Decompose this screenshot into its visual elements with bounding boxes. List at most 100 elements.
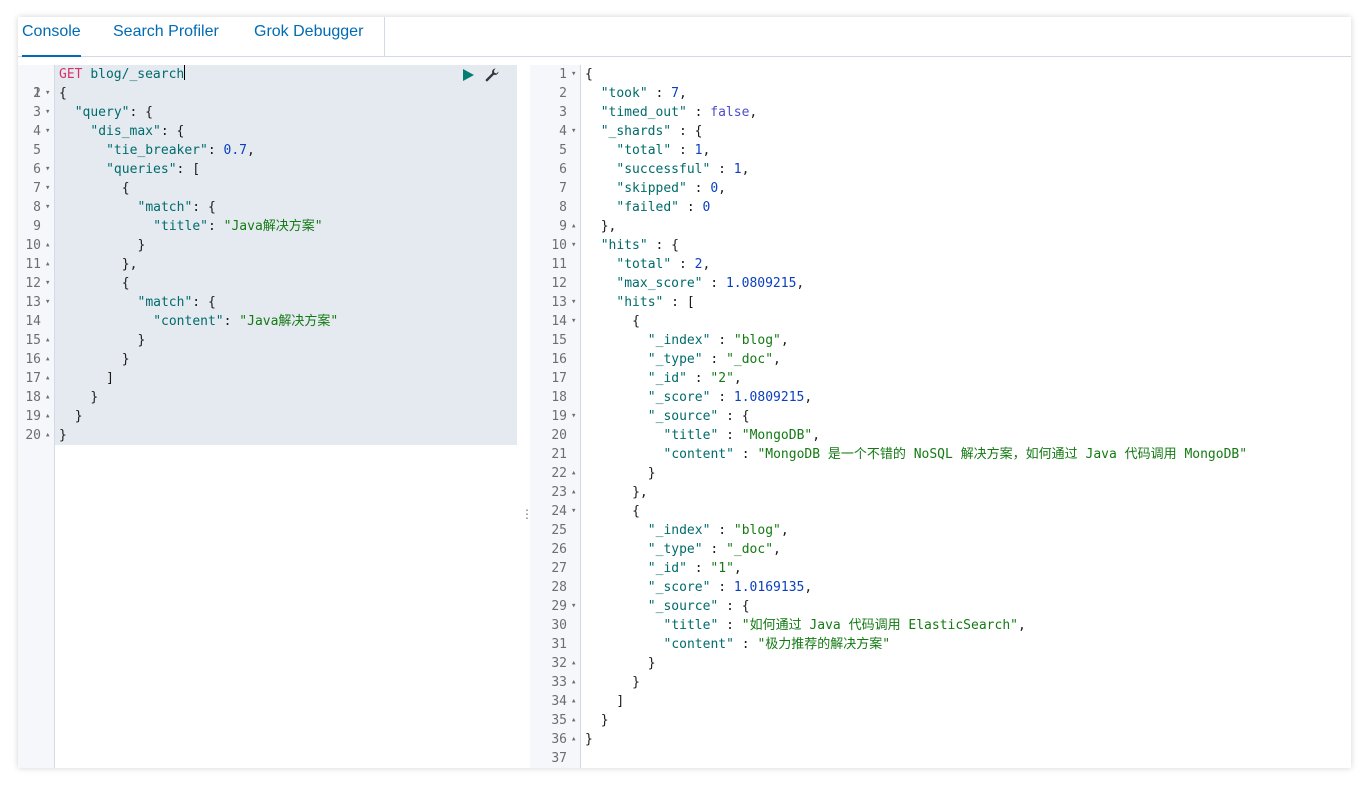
response-line[interactable]: 34 ▴] (530, 692, 1351, 711)
tab-grok-debugger[interactable]: Grok Debugger (254, 17, 363, 57)
response-line[interactable]: 27 "_id" : "1", (530, 559, 1351, 578)
request-line[interactable]: 20 ▴} (18, 426, 517, 445)
fold-close-icon[interactable]: ▴ (45, 388, 50, 407)
request-line[interactable]: 5 "tie_breaker": 0.7, (18, 141, 517, 160)
response-line[interactable]: 21 "content" : "MongoDB 是一个不错的 NoSQL 解决方案… (530, 445, 1351, 464)
request-line[interactable]: 17 ▴] (18, 369, 517, 388)
request-line[interactable]: 13 ▾ "match": { (18, 293, 517, 312)
response-line[interactable]: 5 "total" : 1, (530, 141, 1351, 160)
response-line[interactable]: 30 "title" : "如何通过 Java 代码调用 ElasticSearc… (530, 616, 1351, 635)
response-line[interactable]: 6 "successful" : 1, (530, 160, 1351, 179)
response-line[interactable]: 15 "_index" : "blog", (530, 331, 1351, 350)
response-line[interactable]: 10 ▾ "hits" : { (530, 236, 1351, 255)
request-line[interactable]: 11 ▴}, (18, 255, 517, 274)
json-key: "_source" (647, 599, 719, 614)
response-line[interactable]: 32 ▴} (530, 654, 1351, 673)
response-line[interactable]: 23 ▴}, (530, 483, 1351, 502)
fold-close-icon[interactable]: ▴ (571, 217, 576, 236)
request-line[interactable]: 15 ▴} (18, 331, 517, 350)
fold-open-icon[interactable]: ▾ (571, 597, 576, 616)
fold-open-icon[interactable]: ▾ (571, 65, 576, 84)
response-line[interactable]: 36 ▴} (530, 730, 1351, 749)
request-line[interactable]: 6 ▾ "queries": [ (18, 160, 517, 179)
response-line[interactable]: 8 "failed" : 0 (530, 198, 1351, 217)
fold-close-icon[interactable]: ▴ (45, 331, 50, 350)
fold-close-icon[interactable]: ▴ (45, 255, 50, 274)
pane-resize-handle[interactable]: ⋮ (521, 507, 533, 521)
fold-close-icon[interactable]: ▴ (571, 673, 576, 692)
response-line[interactable]: 18 "_score" : 1.0809215, (530, 388, 1351, 407)
fold-open-icon[interactable]: ▾ (571, 407, 576, 426)
response-line[interactable]: 16 "_type" : "_doc", (530, 350, 1351, 369)
response-line[interactable]: 24 ▾ { (530, 502, 1351, 521)
fold-close-icon[interactable]: ▴ (45, 369, 50, 388)
response-line[interactable]: 29 ▾ "_source" : { (530, 597, 1351, 616)
fold-open-icon[interactable]: ▾ (45, 122, 50, 141)
response-line[interactable]: 31 "content" : "极力推荐的解决方案" (530, 635, 1351, 654)
response-line[interactable]: 9 ▴}, (530, 217, 1351, 236)
fold-open-icon[interactable]: ▾ (45, 103, 50, 122)
response-line[interactable]: 14 ▾ { (530, 312, 1351, 331)
request-line[interactable]: 19 ▴} (18, 407, 517, 426)
fold-open-icon[interactable]: ▾ (571, 293, 576, 312)
fold-close-icon[interactable]: ▴ (45, 407, 50, 426)
request-line[interactable]: 2 ▾ { (18, 84, 517, 103)
fold-close-icon[interactable]: ▴ (45, 350, 50, 369)
fold-close-icon[interactable]: ▴ (571, 730, 576, 749)
request-line[interactable]: 4 ▾ "dis_max": { (18, 122, 517, 141)
fold-open-icon[interactable]: ▾ (45, 160, 50, 179)
request-editor[interactable]: 1 GET blog/_search 2 ▾ {3 ▾ "query": {4 ▾ "dis… (18, 65, 517, 768)
response-line[interactable]: 25 "_index" : "blog", (530, 521, 1351, 540)
response-line[interactable]: 28 "_score" : 1.0169135, (530, 578, 1351, 597)
response-line[interactable]: 33 ▴} (530, 673, 1351, 692)
response-line[interactable]: 22 ▴} (530, 464, 1351, 483)
wrench-icon[interactable] (484, 67, 500, 83)
fold-open-icon[interactable]: ▾ (45, 274, 50, 293)
request-code: } (59, 428, 67, 443)
fold-close-icon[interactable]: ▴ (45, 426, 50, 445)
fold-open-icon[interactable]: ▾ (45, 179, 50, 198)
response-line[interactable]: 2 "took" : 7, (530, 84, 1351, 103)
request-line[interactable]: 16 ▴} (18, 350, 517, 369)
fold-open-icon[interactable]: ▾ (45, 198, 50, 217)
request-line[interactable]: 1 GET blog/_search (18, 65, 517, 101)
request-line[interactable]: 9 "title": "Java解决方案" (18, 217, 517, 236)
response-line[interactable]: 20 "title" : "MongoDB", (530, 426, 1351, 445)
fold-close-icon[interactable]: ▴ (571, 464, 576, 483)
request-line[interactable]: 8 ▾ "match": { (18, 198, 517, 217)
fold-open-icon[interactable]: ▾ (571, 122, 576, 141)
json-number: 0 (702, 200, 711, 215)
response-line[interactable]: 35 ▴} (530, 711, 1351, 730)
request-line[interactable]: 7 ▾ { (18, 179, 517, 198)
fold-open-icon[interactable]: ▾ (571, 502, 576, 521)
request-line[interactable]: 14 "content": "Java解决方案" (18, 312, 517, 331)
tab-console[interactable]: Console (22, 17, 81, 57)
request-line-1[interactable]: GET blog/_search (59, 65, 186, 84)
request-line[interactable]: 3 ▾ "query": { (18, 103, 517, 122)
response-line[interactable]: 13 ▾ "hits" : [ (530, 293, 1351, 312)
response-line[interactable]: 17 "_id" : "2", (530, 369, 1351, 388)
fold-open-icon[interactable]: ▾ (571, 312, 576, 331)
response-line[interactable]: 12 "max_score" : 1.0809215, (530, 274, 1351, 293)
response-line[interactable]: 26 "_type" : "_doc", (530, 540, 1351, 559)
response-line[interactable]: 37 (530, 749, 1351, 768)
tab-search-profiler[interactable]: Search Profiler (113, 17, 219, 57)
response-line[interactable]: 19 ▾ "_source" : { (530, 407, 1351, 426)
play-icon[interactable] (460, 67, 476, 83)
request-line[interactable]: 12 ▾ { (18, 274, 517, 293)
fold-close-icon[interactable]: ▴ (45, 236, 50, 255)
fold-close-icon[interactable]: ▴ (571, 692, 576, 711)
fold-close-icon[interactable]: ▴ (571, 654, 576, 673)
fold-close-icon[interactable]: ▴ (571, 711, 576, 730)
fold-open-icon[interactable]: ▾ (571, 236, 576, 255)
fold-close-icon[interactable]: ▴ (571, 483, 576, 502)
fold-open-icon[interactable]: ▾ (45, 293, 50, 312)
response-line[interactable]: 7 "skipped" : 0, (530, 179, 1351, 198)
response-line[interactable]: 1 ▾ { (530, 65, 1351, 84)
request-line[interactable]: 18 ▴} (18, 388, 517, 407)
response-line[interactable]: 11 "total" : 2, (530, 255, 1351, 274)
request-line[interactable]: 10 ▴} (18, 236, 517, 255)
fold-open-icon[interactable]: ▾ (45, 84, 50, 103)
response-line[interactable]: 3 "timed_out" : false, (530, 103, 1351, 122)
response-line[interactable]: 4 ▾ "_shards" : { (530, 122, 1351, 141)
